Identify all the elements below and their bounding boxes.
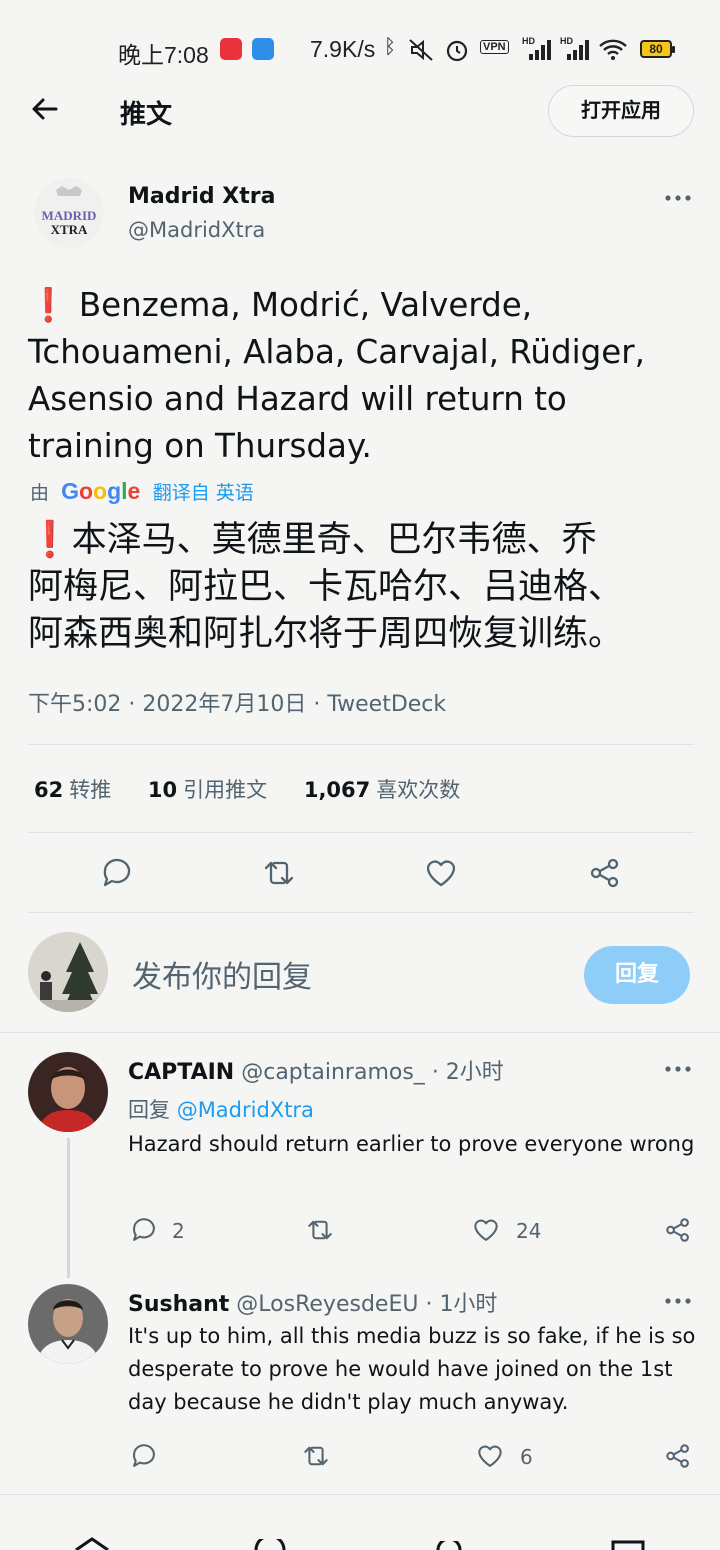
tweet-stats: 62 转推 10 引用推文 1,067 喜欢次数: [34, 774, 490, 804]
logo-text-xtra: XTRA: [51, 222, 88, 237]
reply-retweet-icon[interactable]: [306, 1216, 334, 1244]
tweet-line-1: Benzema, Modrić, Valverde,: [78, 286, 533, 324]
reply-icon[interactable]: [100, 856, 134, 890]
madrid-xtra-logo: MADRID XTRA: [42, 186, 97, 237]
retweets-stat[interactable]: 62 转推: [34, 778, 111, 802]
bottom-nav: [0, 1515, 720, 1550]
reply-text: It's up to him, all this media buzz is s…: [128, 1324, 696, 1414]
reply-header: Sushant @LosReyesdeEU · 1小时: [128, 1286, 497, 1318]
replying-to: 回复 @MadridXtra: [128, 1094, 314, 1124]
tweet-text: ❗ Benzema, Modrić, Valverde, Tchouameni,…: [28, 282, 708, 470]
retweets-label: 转推: [69, 778, 112, 802]
tweet-timestamp[interactable]: 下午5:02 · 2022年7月10日 · TweetDeck: [28, 686, 446, 718]
home-icon[interactable]: [72, 1537, 112, 1550]
sushant-avatar-image: [28, 1284, 108, 1364]
signal-icon-1: [529, 40, 551, 60]
retweets-count: 62: [34, 778, 64, 802]
exclamation-icon: ❗: [28, 520, 72, 560]
netease-music-icon: [220, 38, 242, 60]
reply-time: · 2小时: [431, 1060, 504, 1085]
translation-attribution: 由 Google 翻译自 英语: [30, 478, 254, 505]
likes-label: 喜欢次数: [376, 778, 461, 802]
translation-line-2: 阿梅尼、阿拉巴、卡瓦哈尔、吕迪格、: [28, 567, 624, 607]
search-icon[interactable]: [252, 1539, 288, 1550]
messages-icon[interactable]: [610, 1539, 646, 1550]
reply-author-name[interactable]: CAPTAIN: [128, 1060, 234, 1085]
divider: [0, 1032, 720, 1033]
quotes-label: 引用推文: [183, 778, 268, 802]
share-icon[interactable]: [588, 856, 622, 890]
author-handle[interactable]: @MadridXtra: [128, 218, 265, 242]
reply-share-icon[interactable]: [664, 1442, 692, 1470]
captain-avatar-image: [28, 1052, 108, 1132]
reply-like-count: 24: [516, 1219, 542, 1243]
translated-by-label: 由: [30, 482, 50, 504]
bluetooth-icon: ᛒ: [384, 36, 396, 58]
user-avatar[interactable]: [28, 932, 108, 1012]
open-app-button[interactable]: 打开应用: [548, 85, 694, 137]
translation-line-3: 阿森西奥和阿扎尔将于周四恢复训练。: [28, 614, 624, 654]
reply-more-options-icon[interactable]: [664, 1064, 692, 1074]
alarm-icon: [446, 40, 468, 62]
divider: [0, 1494, 720, 1495]
tweet-translation: ❗本泽马、莫德里奇、巴尔韦德、乔 阿梅尼、阿拉巴、卡瓦哈尔、吕迪格、 阿森西奥和…: [28, 517, 708, 658]
quotes-count: 10: [147, 778, 178, 802]
network-speed: 7.9K/s: [310, 36, 376, 62]
mute-icon: [409, 39, 433, 61]
page-title: 推文: [120, 100, 173, 130]
divider: [28, 832, 694, 833]
reply-like-icon[interactable]: [476, 1442, 504, 1470]
quotes-stat[interactable]: 10 引用推文: [148, 778, 267, 802]
reply-comment-count: 2: [172, 1219, 185, 1243]
tweet-line-2: Tchouameni, Alaba, Carvajal, Rüdiger,: [28, 333, 645, 371]
more-options-icon[interactable]: [664, 193, 692, 203]
likes-count: 1,067: [303, 778, 371, 802]
reply-like-count: 6: [520, 1445, 533, 1469]
reply-author-handle[interactable]: @LosReyesdeEU: [236, 1292, 418, 1317]
reply-comment-icon[interactable]: [130, 1216, 158, 1244]
likes-stat[interactable]: 1,067 喜欢次数: [304, 778, 460, 802]
back-arrow-icon[interactable]: [28, 92, 62, 126]
google-logo: Google: [61, 478, 141, 504]
thread-line: [67, 1138, 70, 1278]
vpn-indicator: VPN: [480, 40, 509, 54]
logo-text-madrid: MADRID: [42, 208, 97, 223]
replying-to-handle[interactable]: @MadridXtra: [177, 1098, 314, 1122]
tweet-line-4: training on Thursday.: [28, 427, 372, 465]
reply-header: CAPTAIN @captainramos_ · 2小时: [128, 1054, 504, 1086]
wifi-icon: [599, 39, 627, 60]
mail-app-icon: [252, 38, 274, 60]
reply-comment-icon[interactable]: [130, 1442, 158, 1470]
reply-button[interactable]: 回复: [584, 946, 690, 1004]
reply-input[interactable]: 发布你的回复: [132, 952, 312, 996]
reply-author-avatar[interactable]: [28, 1284, 108, 1364]
signal-icon-2: [567, 40, 589, 60]
battery-indicator: 80: [640, 40, 675, 58]
reply-like-icon[interactable]: [472, 1216, 500, 1244]
reply-more-options-icon[interactable]: [664, 1296, 692, 1306]
translated-from-link[interactable]: 翻译自 英语: [153, 482, 254, 504]
top-header: 推文 打开应用: [0, 80, 720, 140]
divider: [28, 744, 694, 745]
status-time: 晚上7:08: [118, 42, 209, 68]
divider: [28, 912, 694, 913]
reply-retweet-icon[interactable]: [302, 1442, 330, 1470]
reply-author-handle[interactable]: @captainramos_: [241, 1060, 425, 1085]
like-icon[interactable]: [424, 856, 458, 890]
reply-author-avatar[interactable]: [28, 1052, 108, 1132]
tweet-line-3: Asensio and Hazard will return to: [28, 380, 567, 418]
reply-author-name[interactable]: Sushant: [128, 1292, 229, 1317]
notifications-icon[interactable]: [434, 1541, 464, 1550]
author-name[interactable]: Madrid Xtra: [128, 184, 275, 209]
author-avatar[interactable]: MADRID XTRA: [34, 178, 104, 248]
exclamation-icon: ❗: [28, 286, 69, 324]
replying-to-label: 回复: [128, 1098, 170, 1122]
reply-time: · 1小时: [425, 1292, 498, 1317]
translation-line-1: 本泽马、莫德里奇、巴尔韦德、乔: [71, 520, 597, 560]
reply-text: Hazard should return earlier to prove ev…: [128, 1132, 695, 1156]
user-avatar-image: [28, 932, 108, 1012]
retweet-icon[interactable]: [262, 856, 296, 890]
reply-share-icon[interactable]: [664, 1216, 692, 1244]
